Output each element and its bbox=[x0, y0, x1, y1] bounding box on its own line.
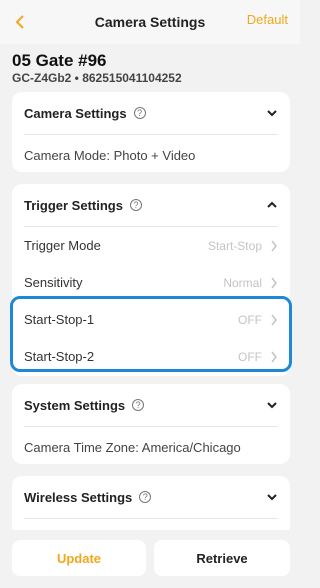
trigger-settings-header[interactable]: Trigger Settings ? bbox=[12, 184, 290, 226]
chevron-down-icon[interactable] bbox=[266, 399, 278, 411]
page-title: Camera Settings bbox=[94, 14, 206, 30]
sensitivity-label: Sensitivity bbox=[24, 275, 83, 290]
divider bbox=[24, 518, 278, 519]
footer-bar: Update Retrieve bbox=[0, 530, 300, 588]
system-settings-card: System Settings ? Camera Time Zone: Amer… bbox=[12, 384, 290, 464]
device-id: GC-Z4Gb2 • 862515041104252 bbox=[12, 71, 182, 85]
chevron-right-icon bbox=[271, 240, 277, 252]
help-icon[interactable]: ? bbox=[129, 199, 142, 211]
chevron-down-icon[interactable] bbox=[266, 107, 278, 119]
retrieve-button[interactable]: Retrieve bbox=[154, 540, 290, 576]
trigger-mode-row[interactable]: Trigger Mode Start-Stop bbox=[12, 227, 290, 264]
wireless-settings-label: Wireless Settings bbox=[24, 489, 133, 505]
trigger-mode-value: Start-Stop bbox=[207, 238, 262, 253]
back-button[interactable] bbox=[10, 10, 30, 34]
default-button[interactable]: Default bbox=[247, 12, 288, 27]
help-icon[interactable]: ? bbox=[139, 491, 152, 503]
camera-mode-text: Camera Mode: Photo + Video bbox=[24, 147, 196, 163]
chevron-up-icon[interactable] bbox=[266, 199, 278, 211]
sensitivity-value: Normal bbox=[223, 275, 262, 290]
device-name: 05 Gate #96 bbox=[12, 51, 107, 70]
help-icon[interactable]: ? bbox=[132, 399, 145, 411]
wireless-settings-header[interactable]: Wireless Settings ? bbox=[12, 476, 290, 518]
trigger-mode-label: Trigger Mode bbox=[24, 238, 101, 253]
top-bar: Camera Settings Default bbox=[0, 0, 300, 44]
chevron-right-icon bbox=[271, 277, 277, 289]
time-zone-text: Camera Time Zone: America/Chicago bbox=[24, 439, 241, 455]
camera-settings-label: Camera Settings bbox=[24, 105, 127, 121]
system-settings-label: System Settings bbox=[24, 397, 126, 413]
update-button[interactable]: Update bbox=[12, 540, 146, 576]
system-settings-header[interactable]: System Settings ? bbox=[12, 384, 290, 426]
help-icon[interactable]: ? bbox=[133, 107, 146, 119]
start-stop-highlight bbox=[10, 296, 292, 372]
camera-settings-card: Camera Settings ? Camera Mode: Photo + V… bbox=[12, 92, 290, 172]
chevron-down-icon[interactable] bbox=[266, 491, 278, 503]
wireless-settings-card: Wireless Settings ? bbox=[12, 476, 290, 536]
trigger-settings-label: Trigger Settings bbox=[24, 197, 123, 213]
camera-settings-header[interactable]: Camera Settings ? bbox=[12, 92, 290, 134]
chevron-left-icon bbox=[15, 15, 24, 29]
